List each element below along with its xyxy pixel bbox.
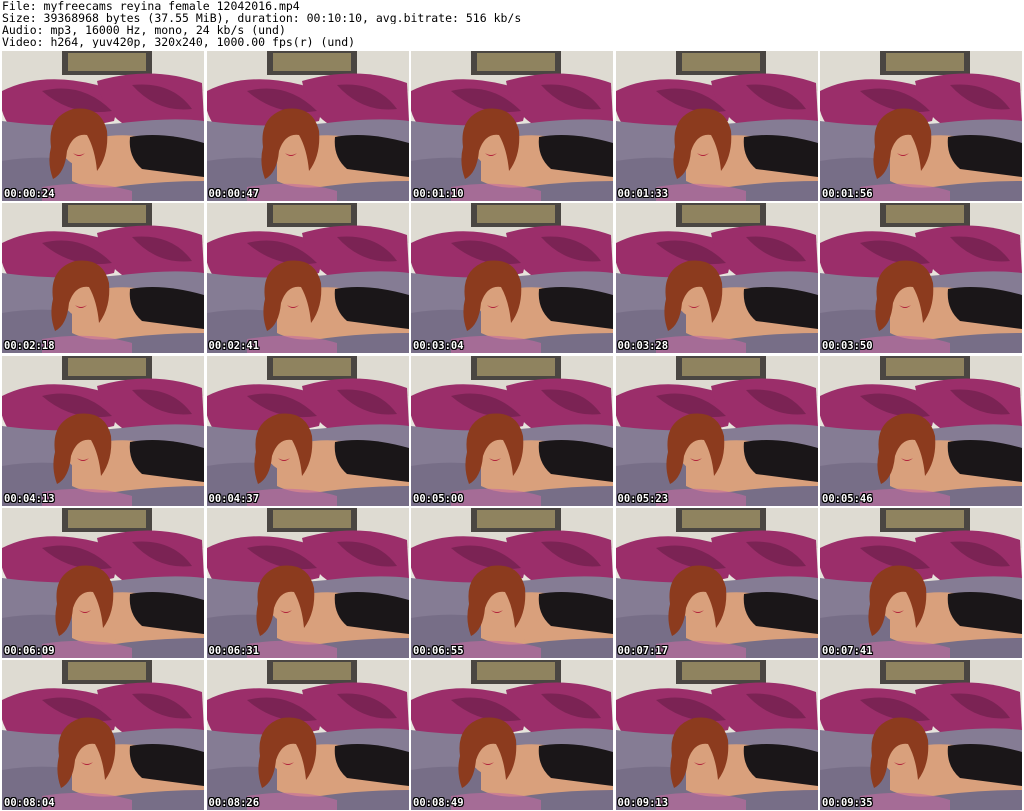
thumbnail-image <box>2 507 204 658</box>
video-thumbnail: 00:05:46 <box>820 355 1022 506</box>
video-thumbnail: 00:06:55 <box>411 507 613 658</box>
video-thumbnail: 00:07:41 <box>820 507 1022 658</box>
thumbnail-image <box>820 203 1022 354</box>
thumbnail-image <box>820 51 1022 201</box>
thumbnail-image <box>206 660 409 810</box>
video-thumbnail: 00:04:37 <box>206 355 409 506</box>
video-thumbnail: 00:00:24 <box>2 51 204 201</box>
thumbnail-timestamp: 00:05:23 <box>617 492 669 505</box>
video-info-line: Video: h264, yuv420p, 320x240, 1000.00 f… <box>2 36 356 48</box>
thumbnail-grid: 00:00:24 00:00:47 00:01:10 00:01:33 00:0… <box>2 51 1022 810</box>
video-thumbnail: 00:06:09 <box>2 507 204 658</box>
video-thumbnail: 00:06:31 <box>206 507 409 658</box>
thumbnail-image <box>206 507 409 658</box>
thumbnail-timestamp: 00:08:26 <box>208 797 260 809</box>
thumbnail-image <box>411 507 613 658</box>
video-thumbnail: 00:08:26 <box>206 660 409 810</box>
thumbnail-timestamp: 00:00:24 <box>4 188 55 200</box>
thumbnail-image <box>820 355 1022 506</box>
thumbnail-timestamp: 00:05:46 <box>822 492 873 505</box>
thumbnail-timestamp: 00:04:13 <box>4 492 55 505</box>
video-thumbnail: 00:01:33 <box>615 51 818 201</box>
thumbnail-image <box>206 203 409 354</box>
audio-info-line: Audio: mp3, 16000 Hz, mono, 24 kb/s (und… <box>2 24 286 36</box>
thumbnail-timestamp: 00:08:04 <box>4 797 55 809</box>
video-thumbnail: 00:08:49 <box>411 660 613 810</box>
thumbnail-image <box>206 51 409 201</box>
thumbnail-timestamp: 00:09:35 <box>822 797 873 809</box>
video-thumbnail: 00:01:10 <box>411 51 613 201</box>
file-info-header: File: myfreecams_reyina_female_12042016.… <box>2 0 1022 48</box>
thumbnail-timestamp: 00:03:04 <box>413 340 464 353</box>
video-thumbnail: 00:08:04 <box>2 660 204 810</box>
thumbnail-image <box>411 51 613 201</box>
thumbnail-image <box>411 355 613 506</box>
thumbnail-image <box>820 507 1022 658</box>
thumbnail-image <box>2 51 204 201</box>
video-thumbnail: 00:05:23 <box>615 355 818 506</box>
thumbnail-image <box>615 355 818 506</box>
thumbnail-timestamp: 00:04:37 <box>208 492 260 505</box>
thumbnail-image <box>206 355 409 506</box>
thumbnail-image <box>615 660 818 810</box>
video-thumbnail: 00:01:56 <box>820 51 1022 201</box>
file-name-line: File: myfreecams_reyina_female_12042016.… <box>2 0 300 12</box>
thumbnail-image <box>2 203 204 354</box>
thumbnail-image <box>411 660 613 810</box>
video-thumbnail: 00:05:00 <box>411 355 613 506</box>
thumbnail-timestamp: 00:05:00 <box>413 492 464 505</box>
thumbnail-timestamp: 00:02:41 <box>208 340 260 353</box>
thumbnail-timestamp: 00:01:33 <box>617 188 669 200</box>
video-thumbnail: 00:00:47 <box>206 51 409 201</box>
thumbnail-image <box>820 660 1022 810</box>
thumbnail-image <box>615 51 818 201</box>
video-thumbnail: 00:04:13 <box>2 355 204 506</box>
video-thumbnail: 00:02:41 <box>206 203 409 354</box>
thumbnail-timestamp: 00:03:50 <box>822 340 873 353</box>
thumbnail-timestamp: 00:03:28 <box>617 340 669 353</box>
video-thumbnail: 00:03:28 <box>615 203 818 354</box>
thumbnail-image <box>411 203 613 354</box>
thumbnail-timestamp: 00:02:18 <box>4 340 55 353</box>
thumbnail-timestamp: 00:07:17 <box>617 644 669 657</box>
video-thumbnail: 00:02:18 <box>2 203 204 354</box>
thumbnail-image <box>2 660 204 810</box>
video-thumbnail: 00:09:35 <box>820 660 1022 810</box>
video-thumbnail: 00:07:17 <box>615 507 818 658</box>
thumbnail-image <box>615 203 818 354</box>
video-thumbnail: 00:09:13 <box>615 660 818 810</box>
thumbnail-timestamp: 00:06:55 <box>413 644 464 657</box>
thumbnail-timestamp: 00:00:47 <box>208 188 260 200</box>
thumbnail-image <box>615 507 818 658</box>
thumbnail-timestamp: 00:06:31 <box>208 644 260 657</box>
thumbnail-timestamp: 00:07:41 <box>822 644 873 657</box>
thumbnail-timestamp: 00:06:09 <box>4 644 55 657</box>
thumbnail-timestamp: 00:01:56 <box>822 188 873 200</box>
video-thumbnail: 00:03:50 <box>820 203 1022 354</box>
thumbnail-timestamp: 00:08:49 <box>413 797 464 809</box>
thumbnail-timestamp: 00:01:10 <box>413 188 464 200</box>
thumbnail-image <box>2 355 204 506</box>
video-thumbnail: 00:03:04 <box>411 203 613 354</box>
thumbnail-timestamp: 00:09:13 <box>617 797 669 809</box>
file-size-line: Size: 39368968 bytes (37.55 MiB), durati… <box>2 12 522 24</box>
